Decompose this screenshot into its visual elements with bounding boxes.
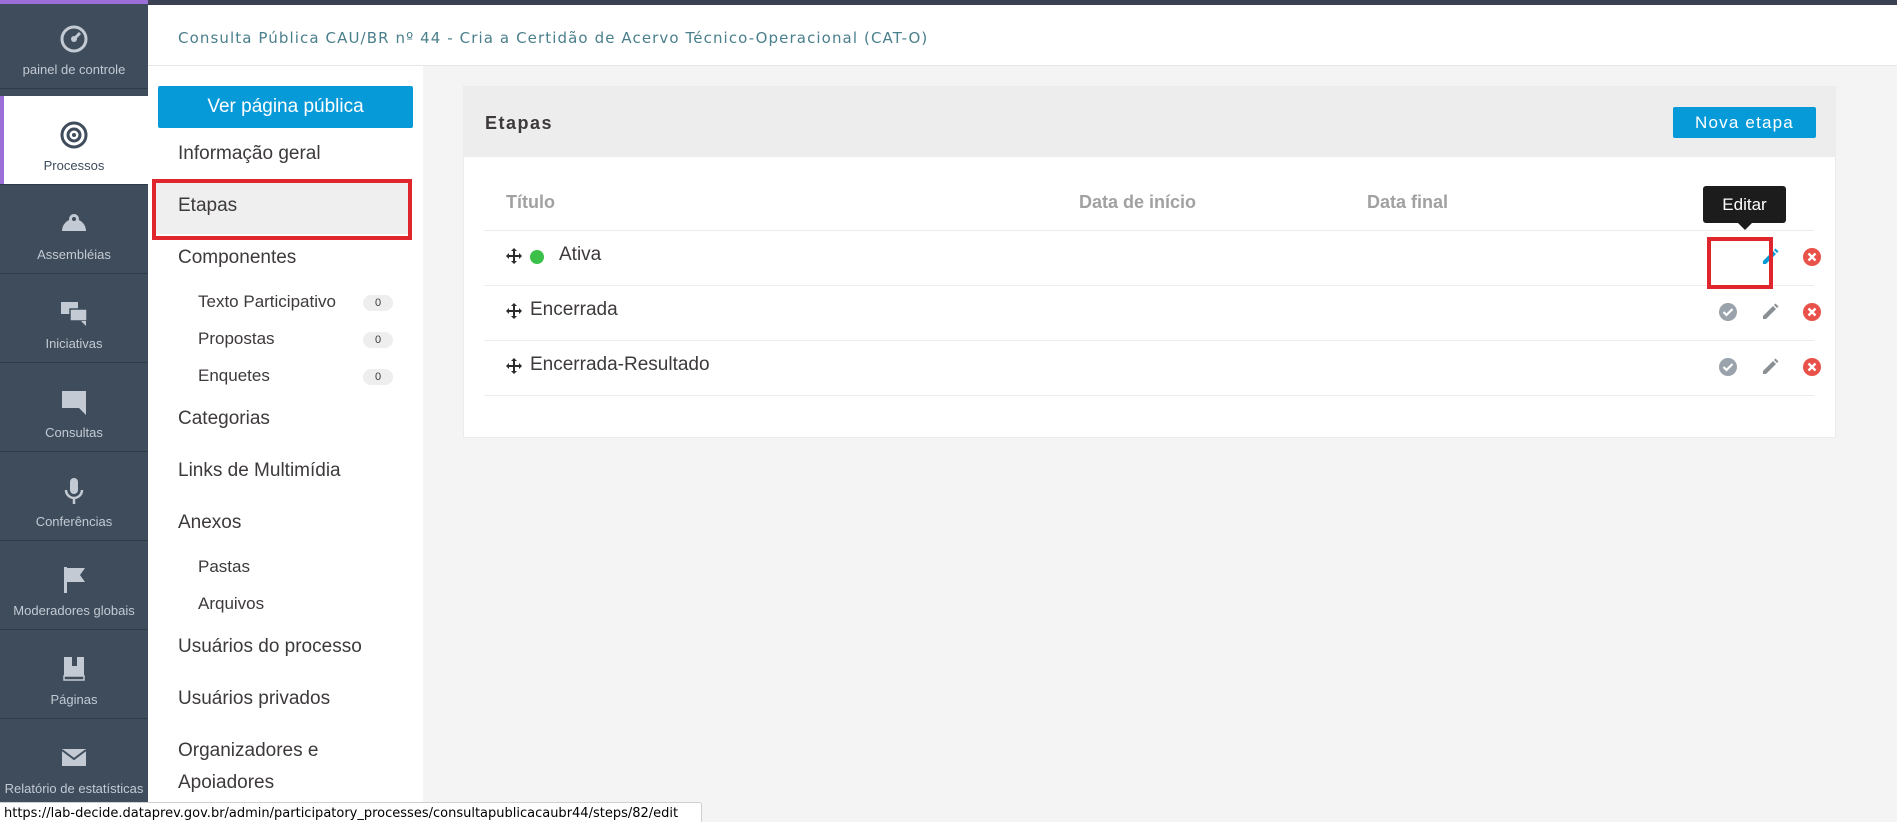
nav-item-general-info[interactable]: Informação geral <box>178 143 321 165</box>
drag-handle-icon[interactable] <box>506 248 522 264</box>
column-header-end-date: Data final <box>1367 192 1449 212</box>
page-header: Consulta Pública CAU/BR nº 44 - Cria a C… <box>148 5 1897 66</box>
target-icon <box>57 118 91 152</box>
nav-item-proposals[interactable]: Propostas <box>198 329 275 349</box>
table-row: Ativa <box>484 230 1821 285</box>
rail-label: Iniciativas <box>45 336 103 351</box>
nav-item-multimedia-links[interactable]: Links de Multimídia <box>178 460 341 482</box>
rail-item-consultations[interactable]: Consultas <box>0 363 148 452</box>
nav-item-participatory-text[interactable]: Texto Participativo <box>198 292 336 312</box>
main-sidebar: painel de controle Processos Assembléias… <box>0 0 148 822</box>
rail-item-conferences[interactable]: Conferências <box>0 452 148 541</box>
count-badge: 0 <box>363 295 393 311</box>
delete-icon[interactable] <box>1801 356 1823 378</box>
rail-label: Assembléias <box>37 247 111 262</box>
rail-item-global-moderators[interactable]: Moderadores globais <box>0 541 148 630</box>
table-row: Encerrada-Resultado <box>484 340 1821 395</box>
count-badge: 0 <box>363 369 393 385</box>
drag-handle-icon[interactable] <box>506 358 522 374</box>
nav-item-categories[interactable]: Categorias <box>178 408 270 430</box>
rail-label: Processos <box>43 158 105 173</box>
envelope-icon <box>57 741 91 775</box>
rail-item-initiatives[interactable]: Iniciativas <box>0 274 148 363</box>
nav-item-surveys[interactable]: Enquetes <box>198 366 270 386</box>
rail-item-pages[interactable]: Páginas <box>0 630 148 719</box>
dashboard-icon <box>57 22 91 56</box>
rail-item-assemblies[interactable]: Assembléias <box>0 185 148 274</box>
nav-item-folders[interactable]: Pastas <box>198 557 250 577</box>
highlight-box-edit <box>1707 237 1773 289</box>
status-bar-url: https://lab-decide.dataprev.gov.br/admin… <box>0 802 702 822</box>
activate-icon[interactable] <box>1717 301 1739 323</box>
book-icon <box>57 652 91 686</box>
highlight-box-steps <box>152 179 412 240</box>
comment-icon <box>57 385 91 419</box>
rail-item-dashboard[interactable]: painel de controle <box>0 0 148 89</box>
nav-item-organizers-cont[interactable]: Apoiadores <box>178 772 274 794</box>
rail-label: Conferências <box>35 514 113 529</box>
count-badge: 0 <box>363 332 393 348</box>
assemblies-icon <box>57 207 91 241</box>
nav-item-attachments[interactable]: Anexos <box>178 512 241 534</box>
steps-card: Etapas Nova etapa Título Data de início … <box>463 86 1836 438</box>
nav-item-files[interactable]: Arquivos <box>198 594 264 614</box>
step-title: Encerrada-Resultado <box>530 354 710 375</box>
column-header-title: Título <box>506 192 555 212</box>
card-title: Etapas <box>485 113 554 133</box>
rail-label: Moderadores globais <box>13 603 135 618</box>
rail-label: Páginas <box>50 692 98 707</box>
rail-item-statistics[interactable]: Relatório de estatísticas <box>0 719 148 808</box>
nav-item-components[interactable]: Componentes <box>178 247 296 269</box>
nav-item-organizers[interactable]: Organizadores e <box>178 740 318 762</box>
chat-bubbles-icon <box>57 296 91 330</box>
nav-item-private-users[interactable]: Usuários privados <box>178 688 330 710</box>
rail-label: Relatório de estatísticas <box>4 781 144 796</box>
step-title: Ativa <box>559 244 602 265</box>
column-header-start-date: Data de início <box>1079 192 1197 212</box>
active-status-dot <box>530 250 544 264</box>
delete-icon[interactable] <box>1801 301 1823 323</box>
rail-label: painel de controle <box>22 62 126 77</box>
edit-icon[interactable] <box>1759 356 1781 378</box>
drag-handle-icon[interactable] <box>506 303 522 319</box>
activate-icon[interactable] <box>1717 356 1739 378</box>
microphone-icon <box>57 474 91 508</box>
edit-tooltip: Editar <box>1703 186 1786 230</box>
flag-icon <box>57 563 91 597</box>
breadcrumb[interactable]: Consulta Pública CAU/BR nº 44 - Cria a C… <box>178 29 928 47</box>
row-divider <box>484 395 1814 396</box>
rail-label: Consultas <box>45 425 103 440</box>
new-step-button[interactable]: Nova etapa <box>1673 107 1816 138</box>
edit-icon[interactable] <box>1759 301 1781 323</box>
view-public-page-button[interactable]: Ver página pública <box>158 86 413 128</box>
rail-item-processes[interactable]: Processos <box>0 96 148 185</box>
delete-icon[interactable] <box>1801 246 1823 268</box>
step-title: Encerrada <box>530 299 618 320</box>
card-header: Etapas Nova etapa <box>464 87 1835 157</box>
table-row: Encerrada <box>484 285 1821 340</box>
nav-item-process-users[interactable]: Usuários do processo <box>178 636 362 658</box>
